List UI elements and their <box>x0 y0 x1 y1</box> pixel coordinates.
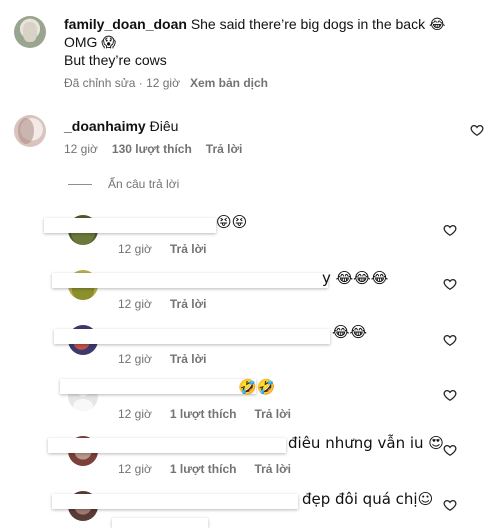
hide-replies-button[interactable]: Ẩn câu trả lời <box>108 177 179 191</box>
comment-text-line: But they’re cows <box>64 52 167 68</box>
reply-text: đẹp đôi quá chị☺ <box>302 490 434 508</box>
reply-time: 12 giờ <box>118 297 152 311</box>
redaction-bar <box>60 379 256 394</box>
reply-meta: 12 giờ Trả lời <box>118 296 206 312</box>
reply-time: 12 giờ <box>118 462 152 476</box>
comment-meta: 12 giờ 130 lượt thích Trả lời <box>64 141 242 157</box>
reply-meta: 12 giờ 1 lượt thích Trả lời <box>118 406 291 422</box>
like-heart-icon[interactable] <box>443 333 457 347</box>
redaction-bar <box>48 438 286 453</box>
username[interactable]: family_doan_doan <box>64 16 187 32</box>
reply-text: y 😂😂😂 <box>322 269 389 287</box>
redaction-bar <box>112 518 208 528</box>
reply-button[interactable]: Trả lời <box>170 297 207 311</box>
like-heart-icon[interactable] <box>443 388 457 402</box>
reply-text: điêu nhưng vẫn iu 😍 <box>288 434 444 452</box>
like-count[interactable]: 1 lượt thích <box>170 462 237 476</box>
like-heart-icon[interactable] <box>443 223 457 237</box>
comment-body: family_doan_doan She said there’re big d… <box>64 15 484 69</box>
reply-text: 😂😂 <box>332 323 368 341</box>
divider <box>68 184 92 185</box>
reply-time: 12 giờ <box>118 352 152 366</box>
like-heart-icon[interactable] <box>470 123 484 137</box>
reply-meta: 12 giờ Trả lời <box>118 241 206 257</box>
comment-text: She said there’re big dogs in the back 😂 <box>190 16 446 32</box>
edited-time: Đã chỉnh sửa · 12 giờ <box>64 76 180 90</box>
reply-meta: 12 giờ 1 lượt thích Trả lời <box>118 461 291 477</box>
reply-meta: 12 giờ Trả lời <box>118 351 206 367</box>
reply-text: 🤣🤣 <box>238 378 276 396</box>
redaction-bar <box>54 329 330 344</box>
redaction-bar <box>44 218 216 233</box>
like-heart-icon[interactable] <box>443 498 457 512</box>
like-count[interactable]: 1 lượt thích <box>170 407 237 421</box>
comment-text-line: OMG 😱 <box>64 34 116 50</box>
reply-time: 12 giờ <box>118 407 152 421</box>
reply-button[interactable]: Trả lời <box>254 407 291 421</box>
redaction-bar <box>52 273 328 288</box>
reply-button[interactable]: Trả lời <box>206 142 243 156</box>
reply-text: 😝😝 <box>216 213 248 231</box>
like-heart-icon[interactable] <box>443 277 457 291</box>
like-heart-icon[interactable] <box>443 443 457 457</box>
comment-time: 12 giờ <box>64 142 98 156</box>
translate-link[interactable]: Xem bản dịch <box>190 76 268 90</box>
comment-text: Điêu <box>149 118 179 134</box>
comment-text-line: _doanhaimy Điêu <box>64 117 178 135</box>
comment-text-line: family_doan_doan She said there’re big d… <box>64 15 484 33</box>
comment-meta: Đã chỉnh sửa · 12 giờ Xem bản dịch <box>64 75 268 91</box>
reply-button[interactable]: Trả lời <box>254 462 291 476</box>
username[interactable]: _doanhaimy <box>64 118 146 134</box>
reply-time: 12 giờ <box>118 242 152 256</box>
redaction-bar <box>52 494 298 509</box>
avatar[interactable] <box>14 16 46 48</box>
avatar[interactable] <box>14 115 46 147</box>
reply-button[interactable]: Trả lời <box>170 242 207 256</box>
like-count[interactable]: 130 lượt thích <box>112 142 192 156</box>
reply-button[interactable]: Trả lời <box>170 352 207 366</box>
